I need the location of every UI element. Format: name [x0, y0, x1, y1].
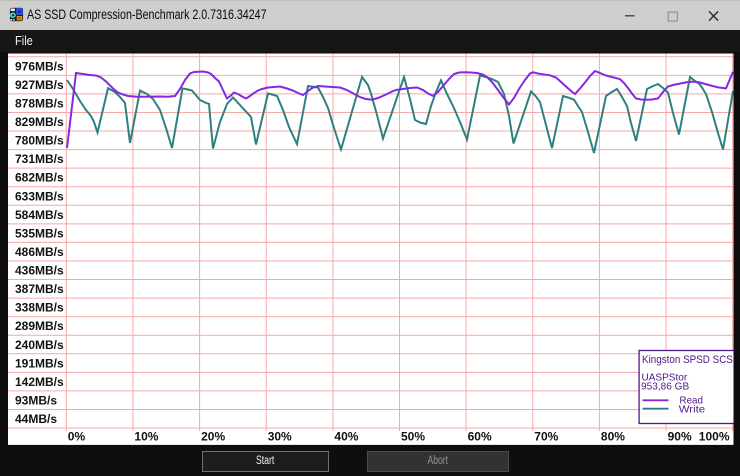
svg-text:40%: 40% — [334, 430, 358, 444]
svg-text:927MB/s: 927MB/s — [15, 78, 64, 92]
svg-text:0%: 0% — [68, 430, 86, 444]
svg-text:953,86 GB: 953,86 GB — [641, 380, 689, 392]
svg-text:682MB/s: 682MB/s — [15, 171, 64, 185]
svg-text:780MB/s: 780MB/s — [15, 134, 64, 148]
svg-text:486MB/s: 486MB/s — [15, 245, 64, 259]
svg-text:289MB/s: 289MB/s — [15, 319, 64, 333]
svg-text:100%: 100% — [699, 430, 730, 444]
svg-text:191MB/s: 191MB/s — [15, 356, 64, 370]
svg-text:387MB/s: 387MB/s — [15, 282, 64, 296]
svg-text:60%: 60% — [468, 430, 492, 444]
svg-text:50%: 50% — [401, 430, 425, 444]
svg-text:142MB/s: 142MB/s — [15, 375, 64, 389]
svg-text:240MB/s: 240MB/s — [15, 338, 64, 352]
svg-text:976MB/s: 976MB/s — [15, 59, 64, 73]
svg-text:70%: 70% — [534, 430, 558, 444]
svg-text:93MB/s: 93MB/s — [15, 394, 57, 408]
svg-text:878MB/s: 878MB/s — [15, 97, 64, 111]
svg-text:535MB/s: 535MB/s — [15, 226, 64, 240]
svg-text:30%: 30% — [268, 430, 292, 444]
svg-text:731MB/s: 731MB/s — [15, 152, 64, 166]
svg-text:80%: 80% — [601, 430, 625, 444]
svg-text:Kingston SPSD SCSI Disk: Kingston SPSD SCSI Disk — [642, 354, 740, 366]
svg-text:44MB/s: 44MB/s — [15, 412, 57, 426]
svg-text:584MB/s: 584MB/s — [15, 208, 64, 222]
svg-text:436MB/s: 436MB/s — [15, 264, 64, 278]
svg-text:20%: 20% — [201, 430, 225, 444]
svg-text:90%: 90% — [668, 430, 692, 444]
svg-text:338MB/s: 338MB/s — [15, 301, 64, 315]
svg-text:829MB/s: 829MB/s — [15, 115, 64, 129]
svg-text:633MB/s: 633MB/s — [15, 189, 64, 203]
svg-text:10%: 10% — [134, 430, 158, 444]
svg-text:Write: Write — [679, 404, 705, 416]
